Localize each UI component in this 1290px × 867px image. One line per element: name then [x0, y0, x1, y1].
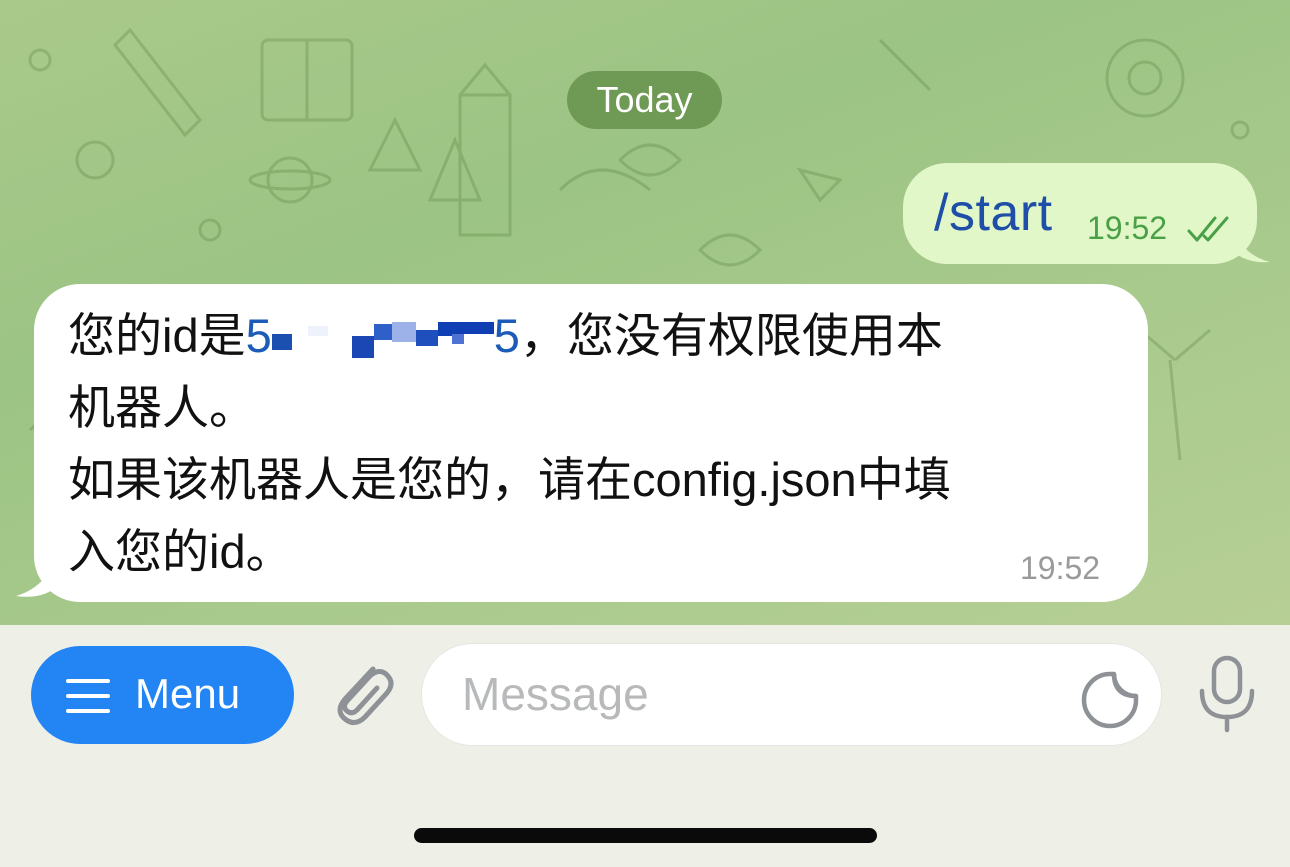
microphone-icon[interactable] — [1196, 655, 1258, 733]
message-prefix: 您的id是 — [68, 309, 246, 362]
menu-label: Menu — [135, 670, 241, 717]
outgoing-message-text: /start — [934, 184, 1053, 242]
user-id-start: 5 — [245, 309, 272, 362]
user-id-end: 5 — [493, 309, 520, 362]
message-line-2: 机器人。 — [68, 381, 256, 434]
message-line-4: 入您的id。 — [68, 525, 293, 578]
incoming-message-time: 19:52 — [1020, 550, 1101, 586]
outgoing-message-time: 19:52 — [1087, 210, 1168, 246]
redacted-id-pixels — [271, 321, 494, 358]
paperclip-icon[interactable] — [325, 655, 395, 733]
message-line-1: 您的id是5 5，您没有权限使用本 — [68, 300, 1128, 372]
incoming-bubble-tail — [16, 548, 60, 597]
hamburger-icon — [66, 679, 110, 713]
user-id-link[interactable]: 5 5 — [246, 309, 520, 362]
home-indicator[interactable] — [414, 828, 877, 843]
message-input[interactable] — [462, 662, 1062, 726]
message-suffix: ，您没有权限使用本 — [519, 309, 943, 362]
double-check-icon — [1187, 216, 1229, 242]
message-line-3: 如果该机器人是您的，请在config.json中填 — [68, 453, 951, 506]
sticker-icon[interactable] — [1080, 670, 1140, 730]
incoming-message-text: 您的id是5 5，您没有权限使用本 机器人。 如果该机器人是您的，请在confi… — [68, 300, 1128, 588]
message-field[interactable] — [421, 643, 1162, 746]
outgoing-bubble-tail — [1230, 218, 1270, 263]
date-separator: Today — [567, 71, 722, 129]
menu-button[interactable]: Menu — [31, 646, 294, 744]
